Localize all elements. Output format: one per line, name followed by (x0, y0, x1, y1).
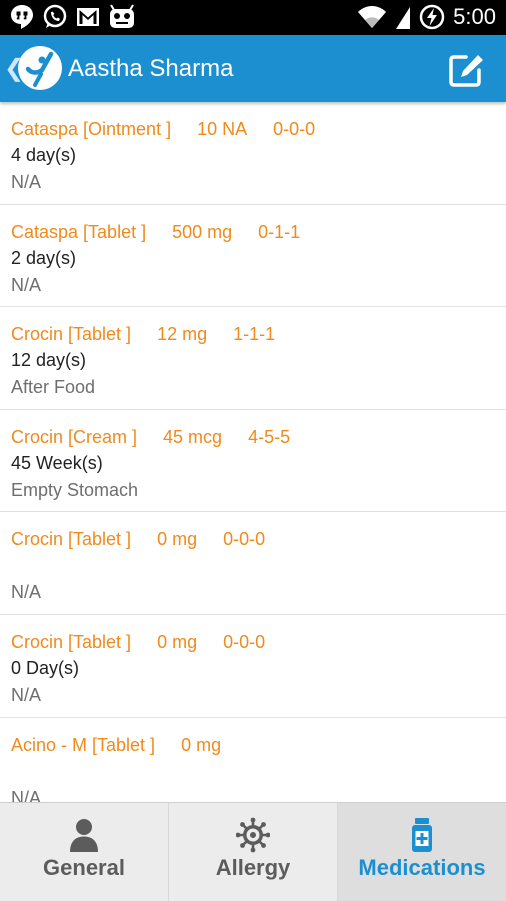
medication-dose: 45 mcg (163, 426, 223, 447)
system-icons: 5:00 (357, 3, 496, 31)
tab-medications[interactable]: Medications (338, 803, 506, 901)
tab-label: Medications (358, 855, 486, 880)
medication-instruction: N/A (11, 582, 42, 603)
app-logo-icon[interactable] (18, 46, 62, 90)
medication-item[interactable]: Acino - M [Tablet ] 0 mg N/A (0, 718, 506, 802)
medication-item[interactable]: Crocin [Tablet ] 0 mg 0-0-0 N/A (0, 512, 506, 615)
medication-name: Acino - M [Tablet ] (11, 734, 156, 755)
wifi-icon (358, 6, 387, 28)
tab-general[interactable]: General (0, 803, 169, 901)
medication-instruction: N/A (11, 684, 42, 705)
medication-list[interactable]: Cataspa [Ointment ] 10 NA 0-0-0 4 day(s)… (0, 102, 506, 802)
battery-charging-icon (419, 4, 445, 30)
medication-duration (11, 552, 506, 579)
medication-instruction: Empty Stomach (11, 479, 139, 500)
bottom-tab-bar: General Allergy Medications (0, 802, 506, 901)
medication-item[interactable]: Cataspa [Tablet ] 500 mg 0-1-1 2 day(s) … (0, 205, 506, 308)
medication-dose: 12 mg (157, 324, 208, 345)
medication-name: Crocin [Tablet ] (11, 631, 132, 652)
medication-duration: 12 day(s) (11, 350, 87, 371)
medication-summary: Acino - M [Tablet ] 0 mg (11, 732, 506, 758)
medication-schedule: 1-1-1 (233, 324, 276, 345)
medication-duration (11, 758, 506, 785)
medication-schedule: 0-1-1 (258, 221, 301, 242)
signal-icon (396, 7, 411, 29)
notification-icons (10, 4, 136, 30)
medication-instruction: N/A (11, 787, 42, 802)
medication-dose: 500 mg (172, 221, 233, 242)
medication-name: Crocin [Cream ] (11, 426, 138, 447)
medication-schedule: 0-0-0 (223, 631, 266, 652)
patient-name-title: Aastha Sharma (68, 55, 234, 82)
medication-instruction: N/A (11, 172, 42, 192)
medication-schedule: 0-0-0 (273, 119, 316, 139)
medication-summary: Crocin [Tablet ] 0 mg 0-0-0 (11, 629, 506, 655)
medication-dose: 0 mg (157, 529, 198, 550)
medication-dose: 10 NA (197, 119, 248, 139)
tab-label: Allergy (215, 855, 291, 880)
medication-duration: 4 day(s) (11, 145, 77, 165)
edit-button[interactable] (446, 49, 488, 91)
status-bar: 5:00 (0, 0, 506, 35)
medication-instruction: After Food (11, 377, 96, 398)
medication-summary: Crocin [Cream ] 45 mcg 4-5-5 (11, 424, 506, 450)
medication-item[interactable]: Crocin [Tablet ] 12 mg 1-1-1 12 day(s) A… (0, 307, 506, 410)
medication-item[interactable]: Crocin [Cream ] 45 mcg 4-5-5 45 Week(s) … (0, 410, 506, 513)
tab-label: General (43, 855, 125, 880)
status-time: 5:00 (453, 4, 496, 29)
virus-icon (236, 817, 270, 853)
medication-item[interactable]: Cataspa [Ointment ] 10 NA 0-0-0 4 day(s)… (0, 102, 506, 205)
medication-name: Crocin [Tablet ] (11, 529, 132, 550)
medication-name: Cataspa [Tablet ] (11, 221, 147, 242)
android-debug-icon (110, 4, 134, 28)
medication-duration: 0 Day(s) (11, 657, 80, 678)
medication-duration: 45 Week(s) (11, 452, 103, 473)
medication-name: Cataspa [Ointment ] (11, 119, 172, 139)
medication-dose: 0 mg (157, 631, 198, 652)
medicine-bottle-icon (412, 818, 432, 852)
medication-summary: Crocin [Tablet ] 12 mg 1-1-1 (11, 321, 506, 347)
medication-schedule: 0-0-0 (223, 529, 266, 550)
medication-summary: Crocin [Tablet ] 0 mg 0-0-0 (11, 526, 506, 552)
medication-duration: 2 day(s) (11, 247, 77, 268)
medication-item[interactable]: Crocin [Tablet ] 0 mg 0-0-0 0 Day(s) N/A (0, 615, 506, 718)
medication-dose: 0 mg (181, 734, 222, 755)
medication-instruction: N/A (11, 274, 42, 295)
gmail-icon (77, 8, 99, 26)
medication-summary: Cataspa [Tablet ] 500 mg 0-1-1 (11, 219, 506, 245)
medication-name: Crocin [Tablet ] (11, 324, 132, 345)
hangouts-icon (11, 5, 33, 29)
tab-allergy[interactable]: Allergy (169, 803, 338, 901)
whatsapp-icon (43, 4, 67, 28)
app-bar: ❮ Aastha Sharma (0, 35, 506, 102)
medication-schedule: 4-5-5 (248, 426, 291, 447)
edit-icon (449, 55, 483, 87)
person-icon (70, 819, 98, 852)
medication-summary: Cataspa [Ointment ] 10 NA 0-0-0 (11, 116, 506, 142)
